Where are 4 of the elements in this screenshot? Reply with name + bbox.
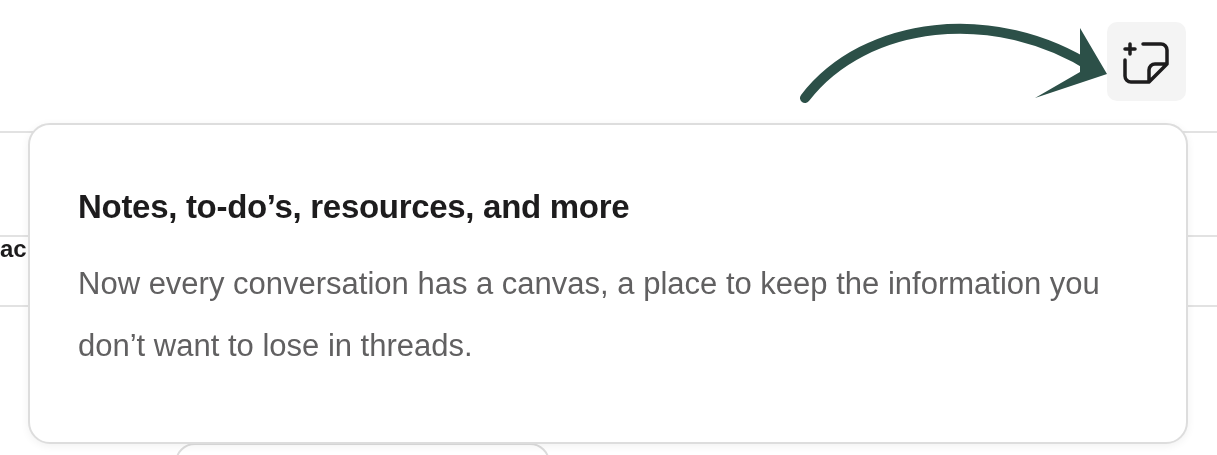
channel-tab-text: ac [0, 237, 27, 261]
new-canvas-button[interactable] [1107, 22, 1186, 101]
popover-body: Now every conversation has a canvas, a place to keep the information you don’t want to lose in threads. [78, 265, 1101, 365]
popover-title: Notes, to-do’s, resources, and more [78, 187, 631, 227]
